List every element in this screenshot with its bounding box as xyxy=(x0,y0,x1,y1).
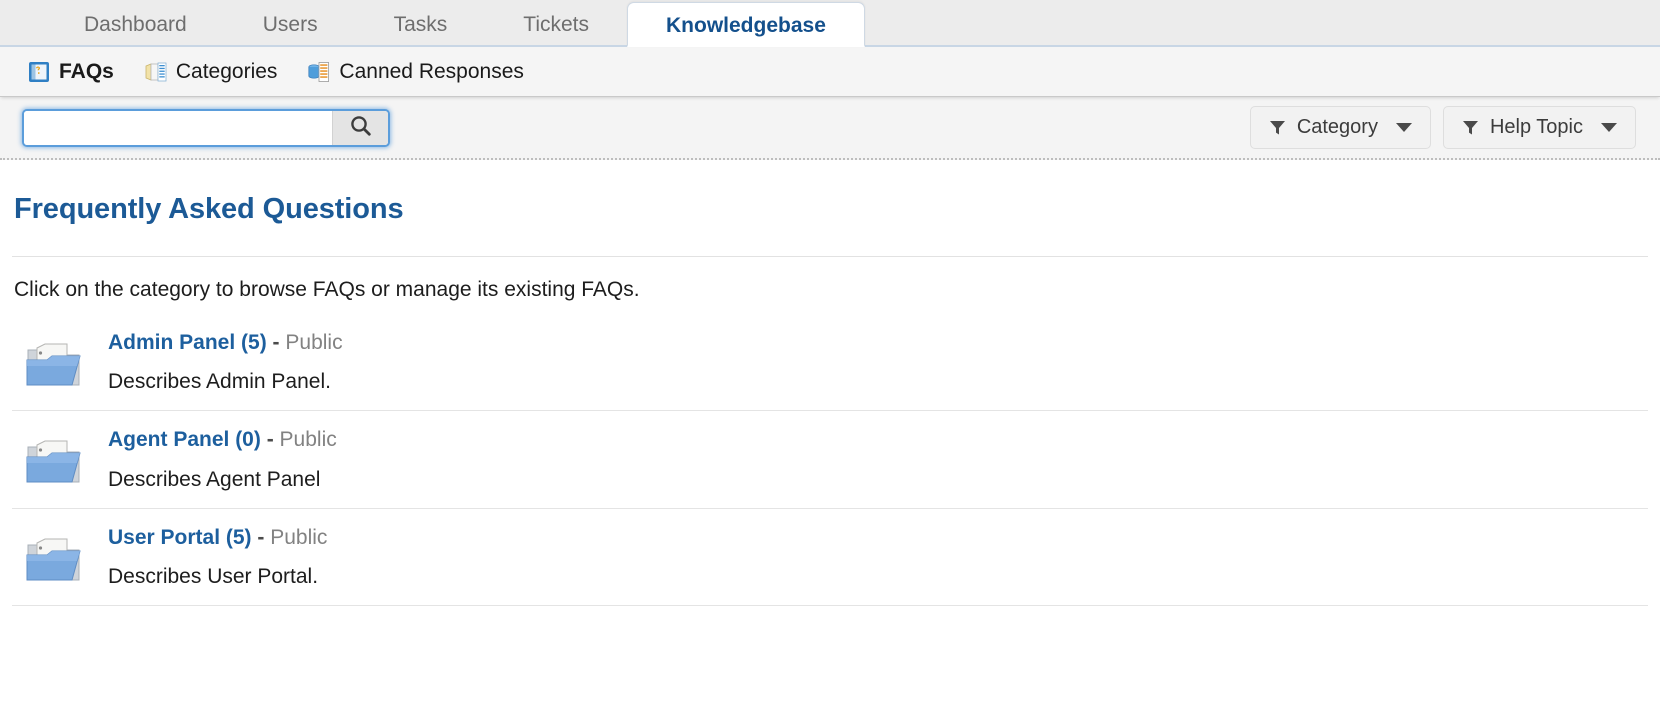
main-content: Frequently Asked Questions Click on the … xyxy=(0,193,1660,606)
search-box[interactable] xyxy=(22,108,390,147)
category-filter-label: Category xyxy=(1296,116,1378,138)
canned-responses-icon xyxy=(307,60,331,84)
knowledgebase-subnav: FAQs Categories Canned Responses xyxy=(0,47,1660,97)
search-icon xyxy=(348,113,374,142)
search-submit-button[interactable] xyxy=(332,110,388,145)
subnav-item-faqs[interactable]: FAQs xyxy=(27,60,114,84)
category-title-line: User Portal (5) - Public xyxy=(108,525,327,551)
category-visibility: Public xyxy=(285,331,343,354)
category-info: Admin Panel (5) - Public Describes Admin… xyxy=(88,326,343,394)
search-input[interactable] xyxy=(24,110,332,145)
page-title: Frequently Asked Questions xyxy=(14,193,404,225)
table-row[interactable]: User Portal (5) - Public Describes User … xyxy=(12,509,1648,606)
subnav-label-canned-responses: Canned Responses xyxy=(339,59,524,83)
open-folder-icon xyxy=(24,423,88,489)
category-title-line: Admin Panel (5) - Public xyxy=(108,330,343,356)
chevron-down-icon xyxy=(1395,123,1412,132)
category-description: Describes Admin Panel. xyxy=(108,370,331,394)
chevron-down-icon xyxy=(1601,123,1617,132)
tab-users[interactable]: Users xyxy=(225,2,356,47)
category-separator: - xyxy=(257,525,265,549)
filter-funnel-icon xyxy=(1462,119,1479,136)
category-name-link[interactable]: Agent Panel (0) xyxy=(108,428,261,451)
category-filter-button[interactable]: Category xyxy=(1249,106,1431,149)
open-folder-icon xyxy=(24,326,88,392)
category-title-line: Agent Panel (0) - Public xyxy=(108,427,337,453)
subnav-label-categories: Categories xyxy=(175,59,278,83)
tab-tasks[interactable]: Tasks xyxy=(356,2,486,47)
category-name-link[interactable]: User Portal (5) xyxy=(108,526,252,549)
categories-icon xyxy=(144,60,168,84)
help-topic-filter-label: Help Topic xyxy=(1489,116,1583,138)
category-name-link[interactable]: Admin Panel (5) xyxy=(108,331,267,354)
category-info: User Portal (5) - Public Describes User … xyxy=(88,521,327,589)
subnav-item-canned-responses[interactable]: Canned Responses xyxy=(307,59,524,84)
category-separator: - xyxy=(266,428,274,452)
search-filter-bar: Category Help Topic xyxy=(0,97,1660,160)
faq-folder-icon xyxy=(27,60,51,84)
category-separator: - xyxy=(272,331,280,354)
table-row[interactable]: Admin Panel (5) - Public Describes Admin… xyxy=(12,314,1648,412)
open-folder-icon xyxy=(24,521,88,587)
filter-button-group: Category Help Topic xyxy=(1249,106,1636,149)
category-description: Describes User Portal. xyxy=(108,564,319,588)
main-tab-bar: Dashboard Users Tasks Tickets Knowledgeb… xyxy=(0,0,1660,47)
category-description: Describes Agent Panel xyxy=(108,467,321,491)
category-visibility: Public xyxy=(270,525,328,549)
help-topic-filter-button[interactable]: Help Topic xyxy=(1442,106,1636,149)
subnav-label-faqs: FAQs xyxy=(59,59,114,83)
subnav-item-categories[interactable]: Categories xyxy=(144,59,278,84)
title-divider xyxy=(12,256,1648,257)
table-row[interactable]: Agent Panel (0) - Public Describes Agent… xyxy=(12,411,1648,509)
intro-text: Click on the category to browse FAQs or … xyxy=(14,278,640,301)
tab-knowledgebase[interactable]: Knowledgebase xyxy=(627,2,865,47)
category-info: Agent Panel (0) - Public Describes Agent… xyxy=(88,423,337,491)
tab-tickets[interactable]: Tickets xyxy=(485,2,627,47)
tab-dashboard[interactable]: Dashboard xyxy=(46,2,225,47)
category-visibility: Public xyxy=(279,428,337,452)
faq-category-list: Admin Panel (5) - Public Describes Admin… xyxy=(12,314,1648,606)
filter-funnel-icon xyxy=(1269,119,1286,136)
